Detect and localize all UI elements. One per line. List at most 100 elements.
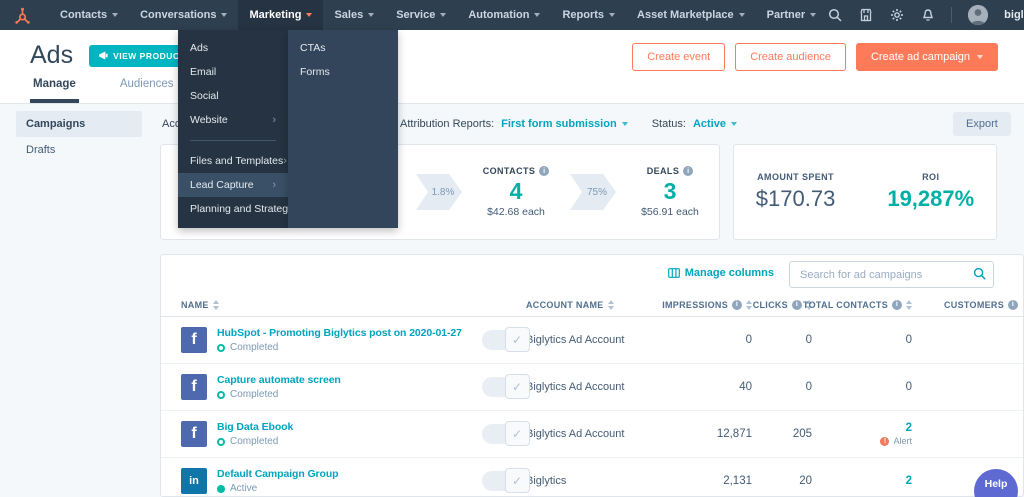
create-ad-campaign-label: Create ad campaign <box>870 51 970 63</box>
sort-icon[interactable] <box>906 299 912 310</box>
menu-item-lead-capture[interactable]: Lead Capture › <box>178 173 288 197</box>
nav-item-sales[interactable]: Sales <box>323 0 385 30</box>
chevron-down-icon <box>440 13 447 17</box>
chevron-right-icon: › <box>283 154 287 167</box>
attribution-reports-value: First form submission <box>501 118 617 130</box>
nav-item-service[interactable]: Service <box>385 0 457 30</box>
marketplace-icon[interactable] <box>858 8 873 23</box>
chevron-down-icon <box>112 13 119 17</box>
submenu-item-forms[interactable]: Forms <box>288 60 398 84</box>
funnel-stat-value: 4 <box>509 178 523 204</box>
menu-item-planning-and-strategy[interactable]: Planning and Strategy› <box>178 197 297 221</box>
campaign-search <box>789 261 994 288</box>
manage-columns-button[interactable]: Manage columns <box>667 267 774 279</box>
megaphone-icon <box>99 51 108 60</box>
conversion-rate-chevron: 1.8% <box>416 174 462 210</box>
table-header: NAME ACCOUNT NAME IMPRESSIONS i CLICKS i TOTAL… <box>161 293 1023 317</box>
campaign-toggle[interactable]: ✓ <box>481 327 530 352</box>
toggle-check-icon: ✓ <box>504 421 530 446</box>
menu-item-email[interactable]: Email <box>178 60 288 84</box>
column-label: TOTAL CONTACTS <box>802 299 888 310</box>
search-icon[interactable] <box>827 8 842 23</box>
export-button[interactable]: Export <box>953 112 1011 136</box>
settings-icon[interactable] <box>889 8 904 23</box>
search-input[interactable] <box>789 261 994 288</box>
tab-manage[interactable]: Manage <box>30 78 79 103</box>
campaign-status: Active <box>217 483 338 494</box>
menu-item-website[interactable]: Website › <box>178 108 288 132</box>
sidebar-item-campaigns[interactable]: Campaigns <box>16 111 142 137</box>
facebook-icon: f <box>181 421 207 447</box>
sort-icon[interactable] <box>212 299 219 310</box>
top-nav: Contacts Conversations Marketing Sales Servi… <box>0 0 1024 30</box>
impressions-cell: 0 <box>745 334 752 346</box>
submenu-item-ctas[interactable]: CTAs <box>288 36 398 60</box>
hubspot-logo-icon[interactable] <box>14 5 31 25</box>
facebook-icon: f <box>181 374 207 400</box>
toggle-cell: ✓ <box>481 421 530 446</box>
nav-item-contacts[interactable]: Contacts <box>49 0 129 30</box>
menu-item-social[interactable]: Social <box>178 84 288 108</box>
menu-item-files-and-templates[interactable]: Files and Templates › <box>178 149 288 173</box>
nav-item-label: Automation <box>468 9 530 21</box>
total-contacts-value: 0 <box>905 381 912 393</box>
impressions-cell: 12,871 <box>716 428 752 440</box>
toggle-cell: ✓ <box>481 327 530 352</box>
nav-item-asset-marketplace[interactable]: Asset Marketplace <box>626 0 756 30</box>
nav-item-label: Marketing <box>249 9 302 21</box>
notifications-icon[interactable] <box>920 8 935 23</box>
campaign-name-link[interactable]: Big Data Ebook <box>217 421 293 433</box>
nav-item-automation[interactable]: Automation <box>457 0 551 30</box>
avatar[interactable] <box>968 5 989 25</box>
table-row: f Capture automate screen Completed ✓ Biglyt… <box>161 364 1023 411</box>
chevron-down-icon <box>730 122 737 126</box>
chevron-right-icon: › <box>272 178 276 191</box>
create-event-button[interactable]: Create event <box>632 43 726 71</box>
account-menu[interactable]: biglytics.net <box>1004 9 1024 21</box>
nav-item-reports[interactable]: Reports <box>551 0 626 30</box>
total-contacts-value[interactable]: 2 <box>906 422 912 434</box>
nav-item-label: Service <box>396 9 436 21</box>
menu-item-ads[interactable]: Ads <box>178 36 288 60</box>
linkedin-icon: in <box>181 468 207 494</box>
roi-label: ROI <box>922 172 940 182</box>
nav-actions: biglytics.net <box>827 5 1024 25</box>
lead-capture-submenu: CTAs Forms <box>288 30 398 228</box>
campaign-toggle[interactable]: ✓ <box>481 468 530 493</box>
campaign-toggle[interactable]: ✓ <box>481 421 530 446</box>
amount-spent-label: AMOUNT SPENT <box>757 172 834 182</box>
alert-badge: ! Alert <box>814 436 912 446</box>
nav-item-marketing[interactable]: Marketing <box>238 0 324 30</box>
campaign-status: Completed <box>217 342 462 353</box>
column-header-customers[interactable]: CUSTOMERS i <box>914 299 1023 310</box>
campaign-name-link[interactable]: Capture automate screen <box>217 374 341 386</box>
table-row: in Default Campaign Group Active ✓ Biglytics… <box>161 458 1023 496</box>
sidebar-item-drafts[interactable]: Drafts <box>16 137 142 163</box>
campaign-name-link[interactable]: HubSpot - Promoting Biglytics post on 20… <box>217 327 462 339</box>
nav-item-conversations[interactable]: Conversations <box>129 0 238 30</box>
info-icon: i <box>792 299 802 310</box>
tab-audiences[interactable]: Audiences <box>117 78 177 103</box>
create-ad-campaign-button[interactable]: Create ad campaign <box>855 43 998 71</box>
funnel-stat-cost: $42.68 each <box>487 206 545 218</box>
column-header-impressions[interactable]: IMPRESSIONS i <box>662 299 754 310</box>
create-audience-button[interactable]: Create audience <box>735 43 846 71</box>
sort-icon[interactable] <box>746 299 752 310</box>
toggle-cell: ✓ <box>481 468 530 493</box>
search-icon[interactable] <box>973 267 986 280</box>
total-contacts-cell: 0 <box>814 334 914 346</box>
nav-item-partner[interactable]: Partner <box>756 0 828 30</box>
menu-item-label: Ads <box>190 42 209 54</box>
column-header-name[interactable]: NAME <box>181 299 481 310</box>
menu-item-label: Forms <box>300 66 330 78</box>
attribution-reports-select[interactable]: First form submission <box>501 118 628 130</box>
total-contacts-value[interactable]: 2 <box>906 475 912 487</box>
status-select[interactable]: Active <box>693 118 737 130</box>
total-contacts-cell: 2 ! Alert <box>814 422 914 446</box>
column-header-total-contacts[interactable]: TOTAL CONTACTS i <box>803 299 914 310</box>
campaign-name-link[interactable]: Default Campaign Group <box>217 468 339 480</box>
sidebar: Campaigns Drafts <box>16 111 142 163</box>
sort-icon[interactable] <box>607 299 614 310</box>
nav-items: Contacts Conversations Marketing Sales Servi… <box>49 0 827 30</box>
campaign-toggle[interactable]: ✓ <box>481 374 530 399</box>
